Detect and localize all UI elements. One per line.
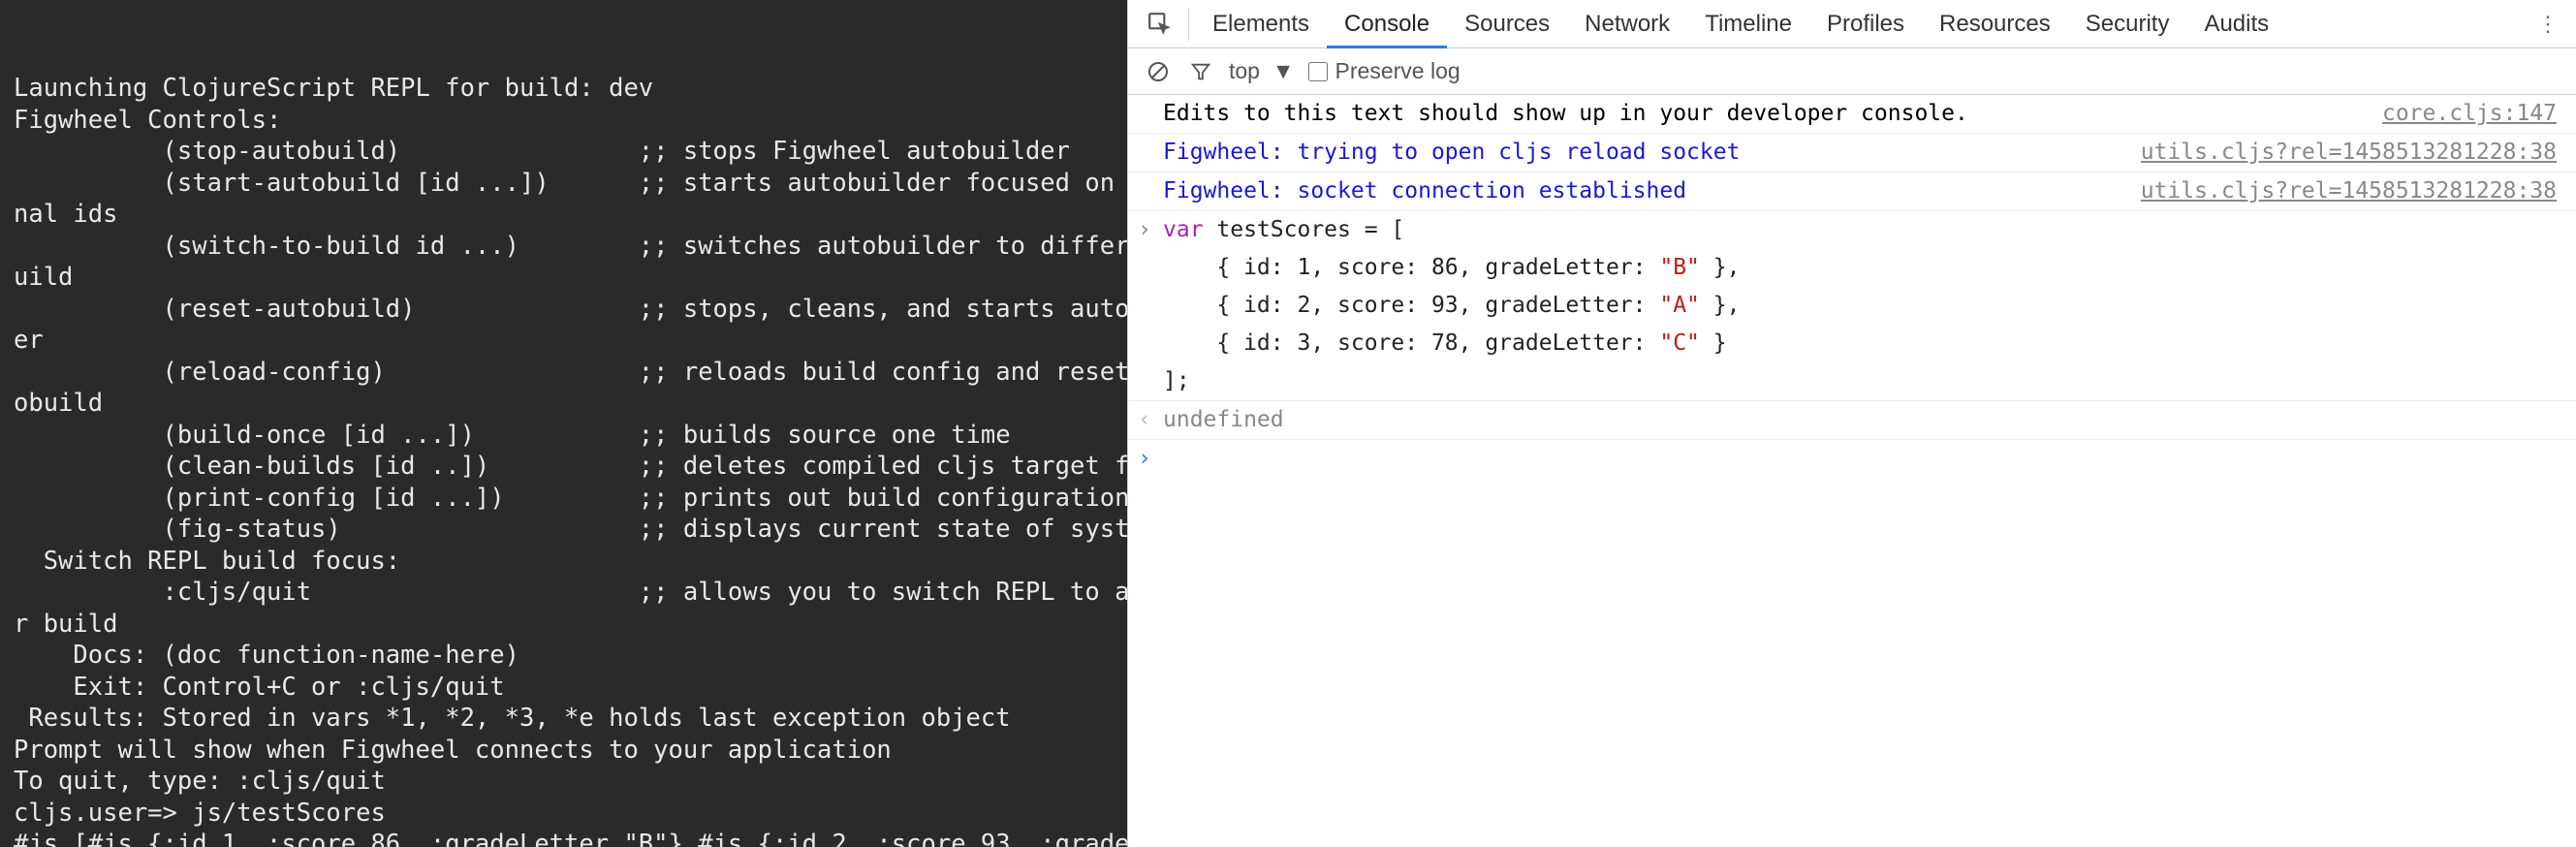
prompt-chevron-icon: › (1138, 442, 1163, 476)
console-message: Edits to this text should show up in you… (1128, 95, 2576, 134)
tab-security[interactable]: Security (2068, 0, 2187, 48)
terminal-output: Launching ClojureScript REPL for build: … (14, 73, 1114, 847)
console-message: Figwheel: socket connection establishedu… (1128, 173, 2576, 211)
source-link[interactable]: utils.cljs?rel=1458513281228:38 (2141, 174, 2557, 208)
inspect-icon[interactable] (1138, 2, 1182, 47)
input-chevron-icon: › (1138, 213, 1163, 247)
tab-audits[interactable]: Audits (2186, 0, 2286, 48)
devtools-pane: ElementsConsoleSourcesNetworkTimelinePro… (1127, 0, 2576, 847)
tab-elements[interactable]: Elements (1195, 0, 1327, 48)
tab-sources[interactable]: Sources (1447, 0, 1567, 48)
source-link[interactable]: core.cljs:147 (2382, 97, 2557, 131)
devtools-tab-bar: ElementsConsoleSourcesNetworkTimelinePro… (1128, 0, 2576, 48)
source-link[interactable]: utils.cljs?rel=1458513281228:38 (2141, 136, 2557, 170)
output-chevron-icon: ‹ (1138, 403, 1163, 437)
console-output[interactable]: Edits to this text should show up in you… (1128, 95, 2576, 847)
clear-console-icon[interactable] (1144, 57, 1173, 86)
console-toolbar: top ▼ Preserve log (1128, 48, 2576, 95)
tab-timeline[interactable]: Timeline (1687, 0, 1809, 48)
filter-icon[interactable] (1186, 57, 1215, 86)
frame-selector[interactable]: top ▼ (1229, 58, 1295, 84)
preserve-log-checkbox[interactable] (1308, 62, 1328, 81)
tab-profiles[interactable]: Profiles (1809, 0, 1922, 48)
console-result: ‹ undefined (1128, 401, 2576, 440)
tab-resources[interactable]: Resources (1922, 0, 2068, 48)
console-message: Figwheel: trying to open cljs reload soc… (1128, 134, 2576, 173)
preserve-log-toggle[interactable]: Preserve log (1308, 58, 1461, 84)
more-icon[interactable]: ⋮ (2520, 12, 2576, 37)
terminal-pane[interactable]: Launching ClojureScript REPL for build: … (0, 0, 1127, 847)
console-prompt[interactable]: › (1128, 440, 2576, 478)
separator (1188, 8, 1189, 41)
tab-console[interactable]: Console (1327, 0, 1447, 48)
preserve-log-label: Preserve log (1335, 58, 1461, 84)
tab-network[interactable]: Network (1567, 0, 1687, 48)
console-input-echo: › var testScores = [ { id: 1, score: 86,… (1128, 211, 2576, 401)
